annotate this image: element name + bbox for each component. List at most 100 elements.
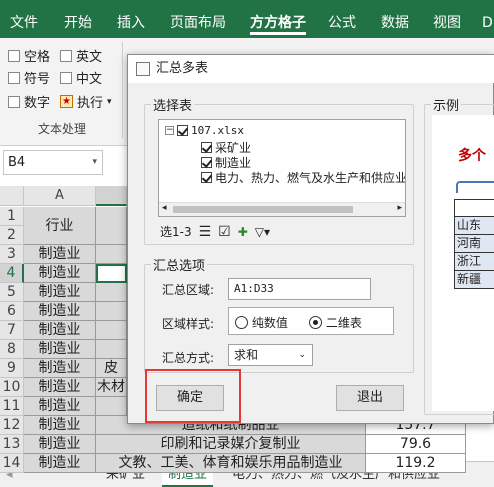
cell-category[interactable]	[96, 283, 127, 302]
cell-category[interactable]	[96, 302, 127, 321]
checkbox-label: 数字	[24, 96, 51, 111]
tab-formulas[interactable]: 公式	[328, 0, 356, 38]
row-header[interactable]: 7	[0, 321, 24, 340]
exit-button[interactable]: 退出	[336, 385, 404, 411]
row-header[interactable]: 4	[0, 264, 24, 283]
tree-item-label: 电力、热力、燃气及水生产和供应业	[215, 171, 406, 185]
cell-industry[interactable]: 制造业	[24, 454, 96, 473]
row-header[interactable]: 10	[0, 378, 24, 397]
cell-category[interactable]: 皮	[96, 359, 127, 378]
cell-industry[interactable]: 制造业	[24, 435, 96, 454]
checkbox-box[interactable]	[8, 95, 20, 108]
tab-insert[interactable]: 插入	[117, 0, 145, 38]
cell-value[interactable]: 79.6	[366, 435, 466, 454]
checkbox-box[interactable]	[8, 49, 20, 62]
scroll-thumb[interactable]	[173, 206, 353, 213]
cell-industry[interactable]: 制造业	[24, 359, 96, 378]
column-header-a[interactable]: A	[24, 186, 96, 206]
cell-category[interactable]: 印刷和记录媒介复制业	[96, 435, 366, 454]
select-all-corner[interactable]	[0, 186, 24, 206]
cell-category[interactable]: 木材	[96, 378, 127, 397]
checkbox-box[interactable]	[60, 49, 72, 62]
cell-a-header[interactable]: 行业	[24, 207, 96, 245]
tree-checkbox[interactable]	[201, 142, 212, 153]
tab-data[interactable]: 数据	[381, 0, 409, 38]
list-icon[interactable]: ☰	[199, 224, 212, 240]
check-all-icon[interactable]: ☑	[218, 224, 231, 240]
tab-file[interactable]: 文件	[10, 0, 38, 38]
tab-dev[interactable]: D	[482, 0, 493, 38]
radio-button[interactable]	[235, 316, 248, 329]
style-label: 区域样式:	[162, 317, 215, 331]
example-row: 山东	[454, 217, 494, 235]
radio-plain[interactable]: 纯数值	[235, 314, 288, 331]
tab-view[interactable]: 视图	[433, 0, 461, 38]
summary-options-legend: 汇总选项	[153, 259, 206, 274]
row-header[interactable]: 12	[0, 416, 24, 435]
cell-category[interactable]: 文教、工美、体育和娱乐用品制造业	[96, 454, 366, 473]
scroll-left-icon[interactable]: ◂	[162, 203, 167, 213]
cell-industry[interactable]: 制造业	[24, 397, 96, 416]
cell-industry[interactable]: 制造业	[24, 321, 96, 340]
tree-checkbox[interactable]	[201, 172, 212, 183]
radio-2d[interactable]: 二维表	[309, 314, 362, 331]
row-header[interactable]: 1	[0, 207, 24, 226]
chevron-down-icon: ⌄	[298, 350, 306, 360]
cell-value[interactable]: 119.2	[366, 454, 466, 473]
cell-industry[interactable]: 制造业	[24, 302, 96, 321]
example-row: 新疆	[454, 271, 494, 289]
cell-industry[interactable]: 制造业	[24, 264, 96, 283]
checkbox-space[interactable]: 空格	[8, 46, 50, 65]
checkbox-label: 空格	[24, 50, 51, 65]
tab-home[interactable]: 开始	[64, 0, 92, 38]
checkbox-box[interactable]	[60, 71, 72, 84]
column-header-b[interactable]	[96, 186, 127, 206]
tree-item-electricity[interactable]: 电力、热力、燃气及水生产和供应业	[201, 169, 406, 186]
cell-industry[interactable]: 制造业	[24, 245, 96, 264]
chevron-down-icon: ▾	[92, 157, 97, 167]
table-tree[interactable]: − 107.xlsx 采矿业 制造业 电力、热力、燃气及水生产和供应业 ◂ ▸	[158, 119, 406, 217]
cell-industry[interactable]: 制造业	[24, 378, 96, 397]
chevron-down-icon: ▾	[107, 96, 112, 107]
horizontal-scrollbar[interactable]: ◂ ▸	[159, 202, 405, 216]
add-sheet-icon[interactable]: ✚	[238, 225, 248, 239]
cell-industry[interactable]: 制造业	[24, 416, 96, 435]
radio-button[interactable]	[309, 316, 322, 329]
cell-category[interactable]	[96, 321, 127, 340]
cell-industry[interactable]: 制造业	[24, 340, 96, 359]
filter-icon[interactable]: ▽▾	[255, 225, 270, 239]
checkbox-symbol[interactable]: 符号	[8, 68, 50, 87]
row-header[interactable]: 13	[0, 435, 24, 454]
cell-category[interactable]	[96, 340, 127, 359]
checkbox-box[interactable]	[8, 71, 20, 84]
row-header[interactable]: 2	[0, 226, 24, 245]
name-box[interactable]: B4 ▾	[3, 150, 103, 175]
row-header[interactable]: 3	[0, 245, 24, 264]
row-header[interactable]: 5	[0, 283, 24, 302]
row-header[interactable]: 9	[0, 359, 24, 378]
cell-category[interactable]	[96, 397, 127, 416]
row-header[interactable]: 14	[0, 454, 24, 473]
cell-category[interactable]	[96, 264, 127, 283]
execute-button[interactable]: ★ 执行 ▾	[60, 92, 112, 111]
row-header[interactable]: 11	[0, 397, 24, 416]
checkbox-chinese[interactable]: 中文	[60, 68, 102, 87]
name-box-value: B4	[8, 155, 26, 170]
collapse-icon[interactable]: −	[165, 126, 174, 135]
tab-page-layout[interactable]: 页面布局	[170, 0, 226, 38]
checkbox-number[interactable]: 数字	[8, 92, 50, 111]
method-select[interactable]: 求和 ⌄	[228, 344, 313, 366]
area-input[interactable]: A1:D33	[228, 278, 371, 300]
checkbox-english[interactable]: 英文	[60, 46, 102, 65]
row-header[interactable]: 8	[0, 340, 24, 359]
row-header[interactable]: 6	[0, 302, 24, 321]
tree-checkbox[interactable]	[201, 157, 212, 168]
tree-checkbox[interactable]	[177, 125, 188, 136]
cell-b-header[interactable]	[96, 207, 127, 245]
cell-industry[interactable]: 制造业	[24, 283, 96, 302]
tree-root[interactable]: − 107.xlsx	[165, 124, 244, 137]
scroll-right-icon[interactable]: ▸	[397, 203, 402, 213]
tab-fangfang[interactable]: 方方格子	[250, 0, 306, 38]
execute-icon: ★	[60, 95, 73, 108]
cell-category[interactable]	[96, 245, 127, 264]
